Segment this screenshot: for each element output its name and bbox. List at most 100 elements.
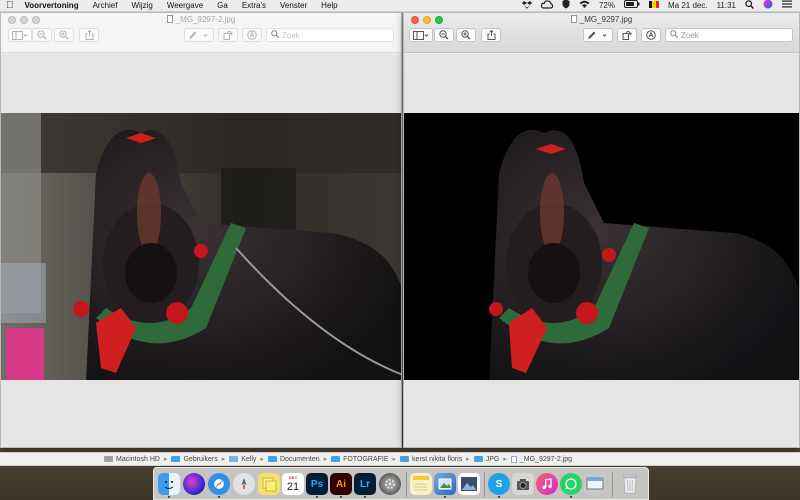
itunes-icon[interactable] (536, 473, 558, 495)
path-crumb-documents[interactable]: Documenten (267, 456, 320, 463)
path-crumb-jpg[interactable]: JPG (473, 456, 499, 463)
notification-center-icon[interactable] (782, 0, 792, 12)
menu-help[interactable]: Help (321, 0, 337, 12)
search-field[interactable] (266, 28, 394, 42)
siri-icon[interactable] (763, 0, 773, 13)
window-titlebar[interactable]: _MG_9297.jpg (404, 13, 799, 53)
photo-horse-black-background (404, 113, 799, 380)
menu-extras[interactable]: Extra's (242, 0, 266, 12)
path-separator-icon: ▸ (163, 456, 168, 463)
vpn-shield-icon[interactable] (562, 0, 570, 13)
window-toolbar (404, 28, 799, 48)
zoom-out-button[interactable] (434, 28, 454, 42)
menu-bar:  Voorvertoning Archief Wijzig Weergave … (0, 0, 800, 12)
folder-icon (473, 456, 483, 462)
photo-viewer-icon[interactable] (458, 473, 480, 495)
path-crumb-home[interactable]: Kelly (229, 456, 256, 463)
path-crumb-users[interactable]: Gebruikers (171, 456, 218, 463)
photoshop-running-indicator (316, 496, 318, 498)
zoom-in-button[interactable] (54, 28, 74, 42)
finder-running-indicator (168, 496, 170, 498)
preview-window-right[interactable]: _MG_9297.jpg (403, 12, 800, 448)
search-input[interactable] (681, 30, 792, 40)
share-button[interactable] (481, 28, 501, 42)
photoshop-label: Ps (310, 478, 324, 490)
zoom-in-button[interactable] (456, 28, 476, 42)
markup-icon (247, 30, 257, 40)
preview-window-left[interactable]: _MG_9297-2.jpg (0, 12, 402, 448)
apple-menu-icon[interactable]:  (6, 0, 14, 12)
sidebar-toggle-button[interactable] (8, 28, 32, 42)
window-toolbar (1, 28, 401, 48)
dock: DEC 21 Ps Ai Lr S (153, 467, 649, 500)
menu-wijzig[interactable]: Wijzig (131, 0, 152, 12)
markup-pen-button[interactable] (184, 28, 214, 42)
rotate-icon (223, 31, 233, 40)
menubar-date[interactable]: Ma 21 dec. (668, 0, 708, 12)
search-input[interactable] (282, 30, 393, 40)
markup-toolbar-button[interactable] (242, 28, 262, 42)
siri-app-icon[interactable] (183, 473, 205, 495)
battery-icon[interactable] (623, 0, 640, 12)
path-separator-icon: ▸ (503, 456, 507, 463)
share-icon (85, 30, 93, 40)
window-titlebar[interactable]: _MG_9297-2.jpg (1, 13, 401, 53)
calendar-day: 21 (286, 481, 300, 493)
photoshop-icon[interactable]: Ps (306, 473, 328, 495)
menubar-time[interactable]: 11:31 (717, 0, 736, 12)
stickies-icon[interactable] (258, 473, 280, 495)
markup-pen-button[interactable] (583, 28, 613, 42)
menu-weergave[interactable]: Weergave (167, 0, 203, 12)
path-crumb-fotografie[interactable]: FOTOGRAFIE (331, 455, 389, 463)
sidebar-toggle-button[interactable] (409, 28, 433, 42)
system-preferences-icon[interactable] (379, 473, 401, 495)
share-button[interactable] (79, 28, 99, 42)
whatsapp-icon[interactable] (560, 473, 582, 495)
path-crumb-kerst[interactable]: kerst nikita floris (400, 456, 462, 463)
sidebar-icon (413, 30, 429, 40)
rotate-button[interactable] (617, 28, 637, 42)
menu-archief[interactable]: Archief (93, 0, 118, 12)
search-icon (271, 30, 280, 40)
calendar-icon[interactable]: DEC 21 (282, 473, 304, 495)
zoom-in-icon (461, 30, 471, 40)
window-title-text: _MG_9297-2.jpg (175, 15, 236, 24)
zoom-out-button[interactable] (32, 28, 52, 42)
rotate-button[interactable] (218, 28, 238, 42)
window-title: _MG_9297-2.jpg (1, 15, 401, 24)
safari-icon[interactable] (208, 473, 230, 495)
path-crumb-file[interactable]: _MG_9297-2.jpg (510, 455, 572, 463)
creative-cloud-icon[interactable] (540, 0, 554, 13)
preview-icon[interactable] (434, 473, 456, 495)
image-capture-icon[interactable] (512, 473, 534, 495)
finder-icon[interactable] (158, 473, 180, 495)
path-separator-icon: ▸ (466, 456, 470, 463)
markup-toolbar-button[interactable] (641, 28, 661, 42)
spotlight-icon[interactable] (745, 0, 754, 13)
dock-divider (484, 472, 485, 497)
skype-icon[interactable]: S (488, 473, 510, 495)
image-canvas[interactable] (1, 54, 401, 447)
wifi-icon[interactable] (579, 0, 590, 12)
menu-app-name[interactable]: Voorvertoning (25, 0, 79, 12)
keyboard-flag-icon[interactable] (648, 0, 659, 12)
launchpad-icon[interactable] (233, 473, 255, 495)
illustrator-icon[interactable]: Ai (330, 473, 352, 495)
menu-ga[interactable]: Ga (217, 0, 228, 12)
document-icon (166, 15, 173, 23)
path-crumb-label: FOTOGRAFIE (343, 455, 389, 463)
screenshot-preview-icon[interactable] (584, 473, 606, 495)
home-icon (229, 456, 239, 462)
window-title: _MG_9297.jpg (404, 15, 799, 24)
battery-percentage: 72% (598, 1, 615, 10)
folder-icon (267, 456, 277, 462)
image-canvas[interactable] (404, 54, 799, 447)
lightroom-icon[interactable]: Lr (354, 473, 376, 495)
notes-icon[interactable] (410, 473, 432, 495)
trash-icon[interactable] (619, 473, 641, 495)
search-field[interactable] (665, 28, 793, 42)
rotate-icon (622, 31, 632, 40)
dropbox-icon[interactable] (521, 0, 532, 13)
menu-venster[interactable]: Venster (280, 0, 307, 12)
path-crumb-disk[interactable]: Macintosh HD (104, 456, 160, 463)
